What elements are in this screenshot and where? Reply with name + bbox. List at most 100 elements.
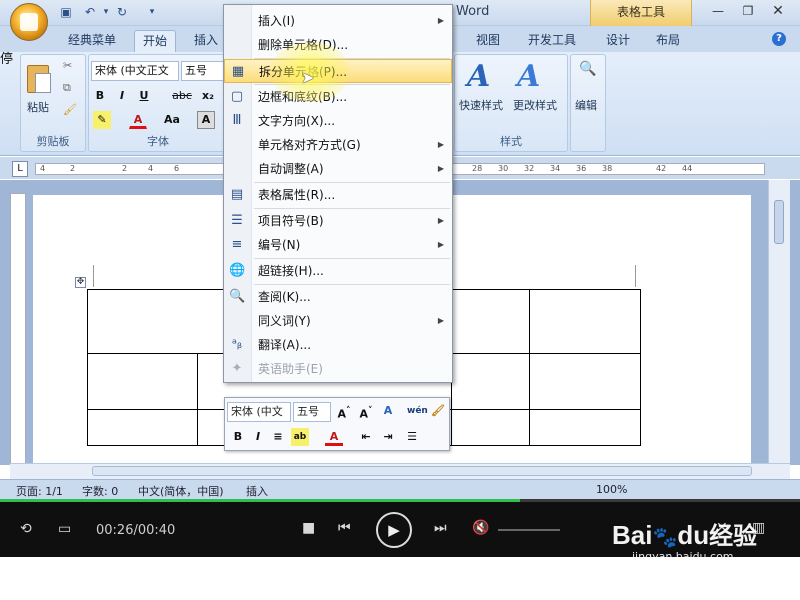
tab-home[interactable]: 开始	[134, 30, 177, 52]
character-shading-icon[interactable]: A	[197, 111, 215, 129]
vertical-scrollbar[interactable]	[768, 180, 790, 465]
menu-item-insert[interactable]: 插入(I) ▶	[224, 9, 452, 33]
decrease-indent-icon[interactable]: ⇤	[357, 428, 375, 446]
volume-slider[interactable]	[498, 529, 560, 531]
paste-button[interactable]: 粘贴	[27, 99, 49, 115]
mini-font-size[interactable]: 五号	[293, 402, 331, 422]
menu-item-label: 边框和底纹(B)...	[258, 90, 348, 104]
grow-font-icon[interactable]: A˄	[335, 402, 353, 421]
loop-icon[interactable]: ⟲	[20, 521, 32, 537]
format-painter-icon[interactable]: 🖌	[429, 402, 447, 420]
editing-button[interactable]: 编辑	[575, 97, 597, 113]
menu-item-numbering[interactable]: ≡ 编号(N) ▶	[224, 233, 452, 257]
tab-classic-menu[interactable]: 经典菜单	[60, 30, 124, 52]
menu-item-cell-alignment[interactable]: 单元格对齐方式(G) ▶	[224, 133, 452, 157]
mini-font-name[interactable]: 宋体 (中文	[227, 402, 291, 422]
menu-item-autofit[interactable]: 自动调整(A) ▶	[224, 157, 452, 181]
menu-item-split-cells[interactable]: ▦ 拆分单元格(P)...	[224, 59, 452, 83]
screen-icon[interactable]: ▭	[58, 521, 71, 537]
font-size-combo[interactable]: 五号	[181, 61, 227, 81]
mute-icon[interactable]: 🔇	[472, 520, 489, 536]
font-color-icon[interactable]: A	[129, 111, 147, 129]
italic-button[interactable]: I	[113, 87, 131, 105]
menu-item-text-direction[interactable]: Ⅲ 文字方向(X)...	[224, 109, 452, 133]
submenu-arrow-icon: ▶	[437, 316, 444, 325]
change-case-icon[interactable]: Aa	[159, 111, 185, 129]
font-color-icon[interactable]: A	[325, 428, 343, 446]
vertical-ruler[interactable]	[10, 193, 26, 465]
styles-icon[interactable]: A	[379, 402, 397, 420]
redo-icon[interactable]: ↻	[114, 4, 130, 20]
bold-button[interactable]: B	[91, 87, 109, 105]
chevron-down-icon[interactable]: ▾	[98, 4, 114, 20]
insert-mode[interactable]: 插入	[246, 483, 268, 499]
tab-selector-icon[interactable]: L	[12, 161, 28, 177]
copy-icon[interactable]: ⧉	[63, 81, 71, 95]
save-icon[interactable]: ▣	[58, 4, 74, 20]
ruler-tick: 28	[472, 164, 483, 173]
tab-insert[interactable]: 插入	[186, 30, 226, 52]
submenu-arrow-icon: ▶	[437, 240, 444, 249]
find-icon[interactable]: 🔍	[579, 61, 596, 77]
maximize-button[interactable]: ❐	[734, 2, 762, 20]
cut-icon[interactable]: ✂	[63, 59, 72, 72]
font-name-combo[interactable]: 宋体 (中文正文	[91, 61, 179, 81]
subscript-button[interactable]: x₂	[199, 87, 217, 105]
tab-developer[interactable]: 开发工具	[520, 30, 584, 52]
word-count[interactable]: 字数: 0	[82, 483, 118, 499]
italic-icon[interactable]: I	[249, 428, 267, 446]
ruler-tick: 4	[148, 164, 154, 173]
menu-item-hyperlink[interactable]: 🌐 超链接(H)...	[224, 259, 452, 283]
format-painter-icon[interactable]: 🖌	[63, 103, 77, 116]
tab-layout[interactable]: 布局	[648, 30, 688, 52]
previous-icon[interactable]: ⏮	[338, 520, 351, 536]
menu-item-synonyms[interactable]: 同义词(Y) ▶	[224, 309, 452, 333]
styles-group: A A 快速样式 更改样式 样式	[454, 54, 568, 152]
stop-icon[interactable]: ■	[302, 520, 315, 536]
increase-indent-icon[interactable]: ⇥	[379, 428, 397, 446]
change-styles-icon[interactable]: A	[517, 59, 540, 94]
menu-item-bullets[interactable]: ☰ 项目符号(B) ▶	[224, 209, 452, 233]
menu-item-borders-shading[interactable]: ▢ 边框和底纹(B)...	[224, 85, 452, 109]
menu-item-research[interactable]: 🔍 查阅(K)...	[224, 285, 452, 309]
text-direction-icon: Ⅲ	[232, 113, 242, 128]
overlay-text: 暂停	[0, 52, 14, 67]
menu-item-label: 自动调整(A)	[258, 162, 324, 176]
horizontal-scrollbar[interactable]	[10, 463, 790, 479]
underline-button[interactable]: U	[135, 87, 153, 105]
zoom-level[interactable]: 100%	[596, 483, 627, 496]
bullets-icon[interactable]: ☰	[403, 428, 421, 446]
strikethrough-button[interactable]: abc	[169, 87, 195, 105]
language-status[interactable]: 中文(简体，中国)	[138, 483, 224, 499]
shrink-font-icon[interactable]: A˅	[357, 402, 375, 421]
phonetic-guide-icon[interactable]: wén	[407, 402, 428, 420]
menu-item-translate[interactable]: ᵃᵦ 翻译(A)...	[224, 333, 452, 357]
play-button[interactable]: ▶	[376, 512, 412, 548]
paste-icon[interactable]	[25, 61, 53, 95]
scroll-thumb[interactable]	[774, 200, 784, 244]
menu-item-delete-cells[interactable]: 删除单元格(D)...	[224, 33, 452, 57]
highlight-icon[interactable]: ab	[291, 428, 309, 446]
customize-qat-icon[interactable]: ▾	[144, 4, 160, 20]
next-icon[interactable]: ⏭	[434, 520, 447, 536]
tab-view[interactable]: 视图	[468, 30, 508, 52]
page-count[interactable]: 页面: 1/1	[16, 483, 63, 499]
table-properties-icon: ▤	[230, 187, 244, 202]
mini-toolbar: 宋体 (中文 五号 A˄ A˅ A wén 🖌 B I ≡ ab A ⇤ ⇥ ☰	[224, 397, 450, 451]
close-button[interactable]: ✕	[764, 2, 792, 20]
table-move-handle-icon[interactable]: ✥	[75, 277, 86, 288]
tab-design[interactable]: 设计	[598, 30, 638, 52]
menu-item-table-properties[interactable]: ▤ 表格属性(R)...	[224, 183, 452, 207]
center-align-icon[interactable]: ≡	[269, 428, 287, 446]
change-styles-button[interactable]: 更改样式	[513, 97, 557, 113]
bold-icon[interactable]: B	[229, 428, 247, 446]
help-icon[interactable]: ?	[772, 32, 786, 46]
highlight-icon[interactable]: ✎	[93, 111, 111, 129]
minimize-button[interactable]: —	[704, 2, 732, 20]
undo-icon[interactable]: ↶	[82, 4, 98, 20]
quick-styles-button[interactable]: 快速样式	[459, 97, 503, 113]
office-button[interactable]	[10, 3, 48, 41]
scroll-thumb[interactable]	[92, 466, 752, 476]
menu-item-label: 表格属性(R)...	[258, 188, 336, 202]
quick-styles-icon[interactable]: A	[467, 59, 490, 94]
